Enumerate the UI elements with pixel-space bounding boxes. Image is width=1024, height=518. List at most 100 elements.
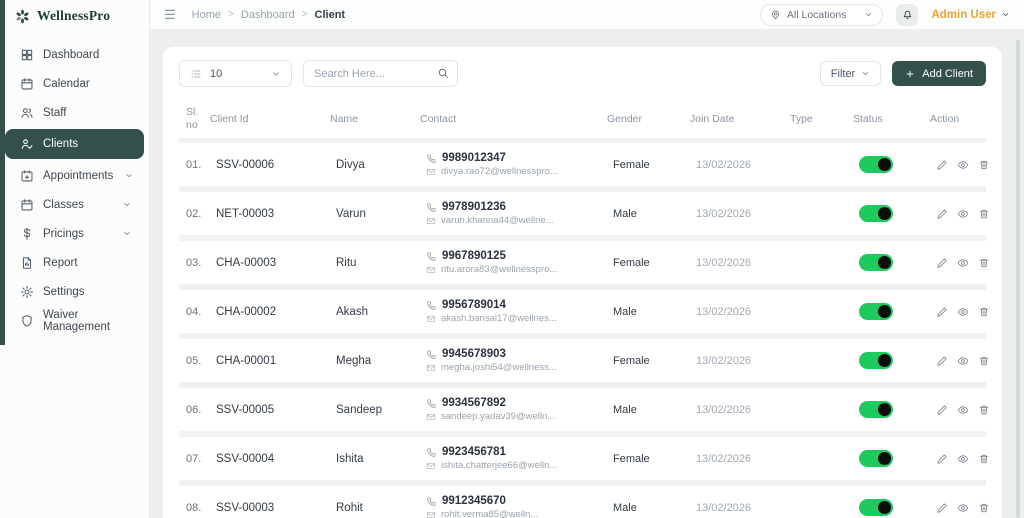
user-menu[interactable]: Admin User — [931, 9, 1010, 21]
status-toggle[interactable] — [859, 205, 893, 222]
hamburger-menu-icon[interactable]: ☰ — [164, 7, 176, 23]
edit-pencil-icon[interactable] — [936, 208, 948, 220]
delete-trash-icon[interactable] — [978, 453, 990, 465]
phone-icon — [427, 349, 436, 359]
row-status — [859, 156, 936, 173]
table-controls: 10 Filter Add Client — [179, 60, 986, 87]
sidebar-item-appointments[interactable]: Appointments — [5, 161, 144, 190]
table-row: 01. SSV-00006 Divya 9989012347 divya.rao… — [179, 143, 989, 186]
delete-trash-icon[interactable] — [978, 306, 990, 318]
sidebar-item-waiver-management[interactable]: Waiver Management — [5, 306, 144, 335]
sidebar-item-staff[interactable]: Staff — [5, 98, 144, 127]
add-client-button[interactable]: Add Client — [892, 61, 986, 86]
status-toggle[interactable] — [859, 303, 893, 320]
list-icon — [191, 70, 201, 77]
view-eye-icon[interactable] — [957, 257, 969, 269]
column-header-action: Action — [930, 113, 960, 125]
breadcrumb-dashboard[interactable]: Dashboard — [241, 9, 295, 21]
status-toggle[interactable] — [859, 450, 893, 467]
row-client-id: CHA-00003 — [216, 256, 277, 269]
view-eye-icon[interactable] — [957, 208, 969, 220]
delete-trash-icon[interactable] — [978, 208, 990, 220]
sidebar-item-classes[interactable]: Classes — [5, 190, 144, 219]
edit-pencil-icon[interactable] — [936, 257, 948, 269]
search-input[interactable] — [303, 60, 458, 87]
view-eye-icon[interactable] — [957, 355, 969, 367]
status-toggle[interactable] — [859, 499, 893, 516]
dollar-icon — [23, 227, 31, 240]
view-eye-icon[interactable] — [957, 159, 969, 171]
sidebar-item-report[interactable]: Report — [5, 248, 144, 277]
row-join-date: 13/02/2026 — [696, 305, 752, 318]
sidebar-item-label: Calendar — [43, 77, 90, 90]
delete-trash-icon[interactable] — [978, 502, 990, 514]
row-phone: 9967890125 — [442, 250, 506, 262]
view-eye-icon[interactable] — [957, 502, 969, 514]
row-phone: 9956789014 — [442, 299, 506, 311]
chevron-down-icon — [273, 71, 279, 76]
row-sl: 08. — [186, 501, 202, 514]
edit-pencil-icon[interactable] — [936, 355, 948, 367]
row-phone: 9989012347 — [442, 152, 506, 164]
edit-pencil-icon[interactable] — [936, 306, 948, 318]
brand-logo: WellnessPro — [0, 0, 149, 32]
status-toggle[interactable] — [859, 401, 893, 418]
view-eye-icon[interactable] — [957, 404, 969, 416]
status-toggle[interactable] — [859, 254, 893, 271]
row-actions — [936, 208, 990, 220]
delete-trash-icon[interactable] — [978, 257, 990, 269]
row-actions — [936, 159, 990, 171]
edit-pencil-icon[interactable] — [936, 159, 948, 171]
sidebar-item-dashboard[interactable]: Dashboard — [5, 40, 144, 69]
breadcrumb-home[interactable]: Home — [192, 9, 221, 21]
topbar-right: All Locations Admin User — [759, 3, 1010, 26]
column-header-type: Type — [790, 113, 813, 125]
sidebar-item-settings[interactable]: Settings — [5, 277, 144, 306]
view-eye-icon[interactable] — [957, 306, 969, 318]
row-gender: Female — [613, 354, 650, 367]
sidebar-item-pricings[interactable]: Pricings — [5, 219, 144, 248]
row-contact: 9956789014 akash.bansal17@wellnes... — [426, 299, 613, 324]
row-phone: 9912345670 — [442, 495, 506, 507]
location-selector[interactable]: All Locations — [759, 3, 884, 26]
sidebar-item-clients[interactable]: Clients — [5, 129, 144, 159]
phone-icon — [427, 300, 436, 310]
toggle-knob — [878, 158, 891, 171]
vertical-scrollbar[interactable] — [1016, 40, 1020, 518]
edit-pencil-icon[interactable] — [936, 404, 948, 416]
page-size-select[interactable]: 10 — [179, 60, 292, 87]
status-toggle[interactable] — [859, 156, 893, 173]
row-sl: 01. — [186, 158, 202, 171]
delete-trash-icon[interactable] — [978, 404, 990, 416]
phone-icon — [427, 398, 436, 408]
toggle-knob — [878, 305, 891, 318]
left-accent-strip — [0, 0, 5, 345]
sidebar-item-label: Staff — [43, 106, 67, 119]
page-size-value: 10 — [210, 67, 223, 80]
edit-pencil-icon[interactable] — [936, 453, 948, 465]
row-email: ishita.chatterjee66@welln... — [441, 460, 558, 471]
row-email: rohit.verma85@welln... — [441, 509, 539, 518]
row-phone: 9923456781 — [442, 446, 506, 458]
calendar-icon — [21, 198, 33, 210]
row-client-id: SSV-00004 — [216, 452, 275, 465]
column-header-client-id: Client Id — [210, 113, 249, 125]
sidebar-item-calendar[interactable]: Calendar — [5, 69, 144, 98]
edit-pencil-icon[interactable] — [936, 502, 948, 514]
sidebar: WellnessPro Dashboard Calendar Staff Cli… — [0, 0, 150, 518]
row-name: Akash — [336, 305, 368, 318]
chevron-down-icon — [866, 13, 872, 16]
envelope-icon — [426, 168, 436, 175]
delete-trash-icon[interactable] — [978, 159, 990, 171]
delete-trash-icon[interactable] — [978, 355, 990, 367]
status-toggle[interactable] — [859, 352, 893, 369]
row-name: Varun — [336, 207, 366, 220]
table-row: 04. CHA-00002 Akash 9956789014 akash.ban… — [179, 290, 989, 333]
table-header-row: Sl. no Client Id Name Contact Gender Joi… — [179, 100, 986, 138]
notifications-button[interactable] — [896, 3, 919, 26]
row-gender: Male — [613, 403, 637, 416]
search-icon[interactable] — [437, 67, 449, 79]
breadcrumb-separator: > — [301, 9, 308, 20]
filter-button[interactable]: Filter — [819, 61, 882, 86]
view-eye-icon[interactable] — [957, 453, 969, 465]
